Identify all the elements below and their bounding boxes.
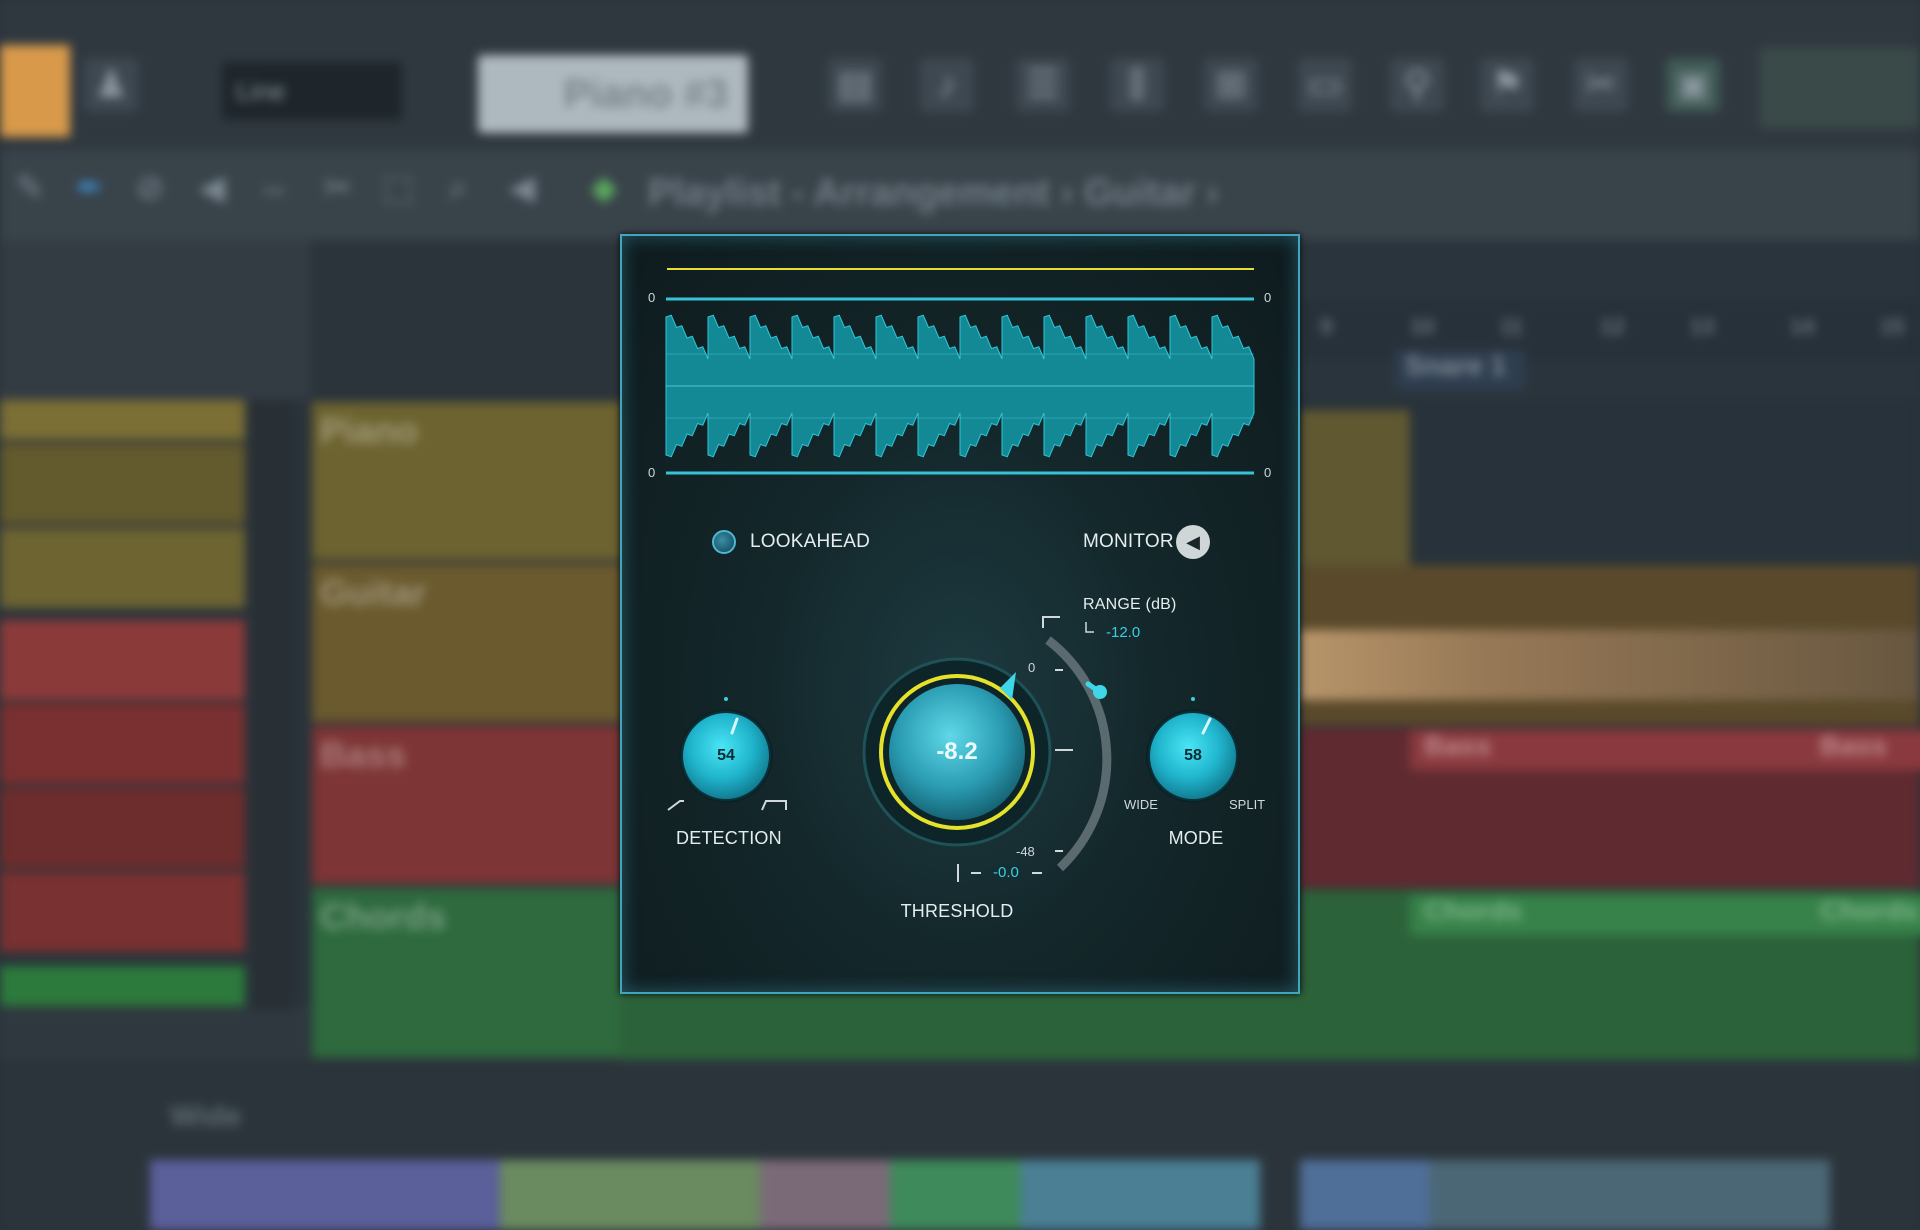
threshold-scale-bottom: -48 — [1016, 844, 1035, 859]
threshold-readout: -0.0 — [993, 864, 1019, 881]
release-slope-icon — [761, 800, 787, 811]
detection-knob-dot — [724, 697, 728, 701]
mode-value: 58 — [1184, 747, 1202, 764]
threshold-value: -8.2 — [936, 738, 978, 765]
lookahead-label: LOOKAHEAD — [750, 531, 871, 552]
mode-wide-label: WIDE — [1124, 797, 1158, 812]
speaker-icon: ◀ — [1186, 532, 1200, 552]
wave-top-left-label: 0 — [648, 290, 656, 305]
range-label: RANGE (dB) — [1083, 596, 1177, 613]
detection-value: 54 — [717, 747, 735, 764]
threshold-label: THRESHOLD — [900, 901, 1014, 921]
screen: ♟ Line Piano #3 ▤ ♪ ☰ ⫼ ⊞ ▭ ⚲ ⚑ ✂ ▣ ✎ ✒ … — [0, 0, 1920, 1230]
monitor-label: MONITOR — [1083, 531, 1174, 552]
detection-label: DETECTION — [676, 828, 782, 848]
range-bracket-icon — [1042, 616, 1060, 628]
monitor-speaker-button[interactable]: ◀ — [1176, 525, 1210, 559]
wave-bottom-right-label: 0 — [1264, 465, 1272, 480]
wave-bottom-left-label: 0 — [648, 465, 656, 480]
mode-split-label: SPLIT — [1229, 797, 1266, 812]
mode-knob-dot — [1191, 697, 1195, 701]
wave-top-right-label: 0 — [1264, 290, 1272, 305]
range-value[interactable]: -12.0 — [1106, 624, 1140, 641]
lookahead-toggle[interactable] — [712, 530, 736, 554]
mode-label: MODE — [1168, 828, 1224, 848]
range-arc[interactable] — [1045, 636, 1112, 872]
range-value-bracket-icon — [1085, 622, 1094, 633]
attack-slope-icon — [667, 800, 684, 811]
threshold-scale-top: 0 — [1028, 660, 1036, 675]
plugin-graphics — [665, 268, 1255, 882]
